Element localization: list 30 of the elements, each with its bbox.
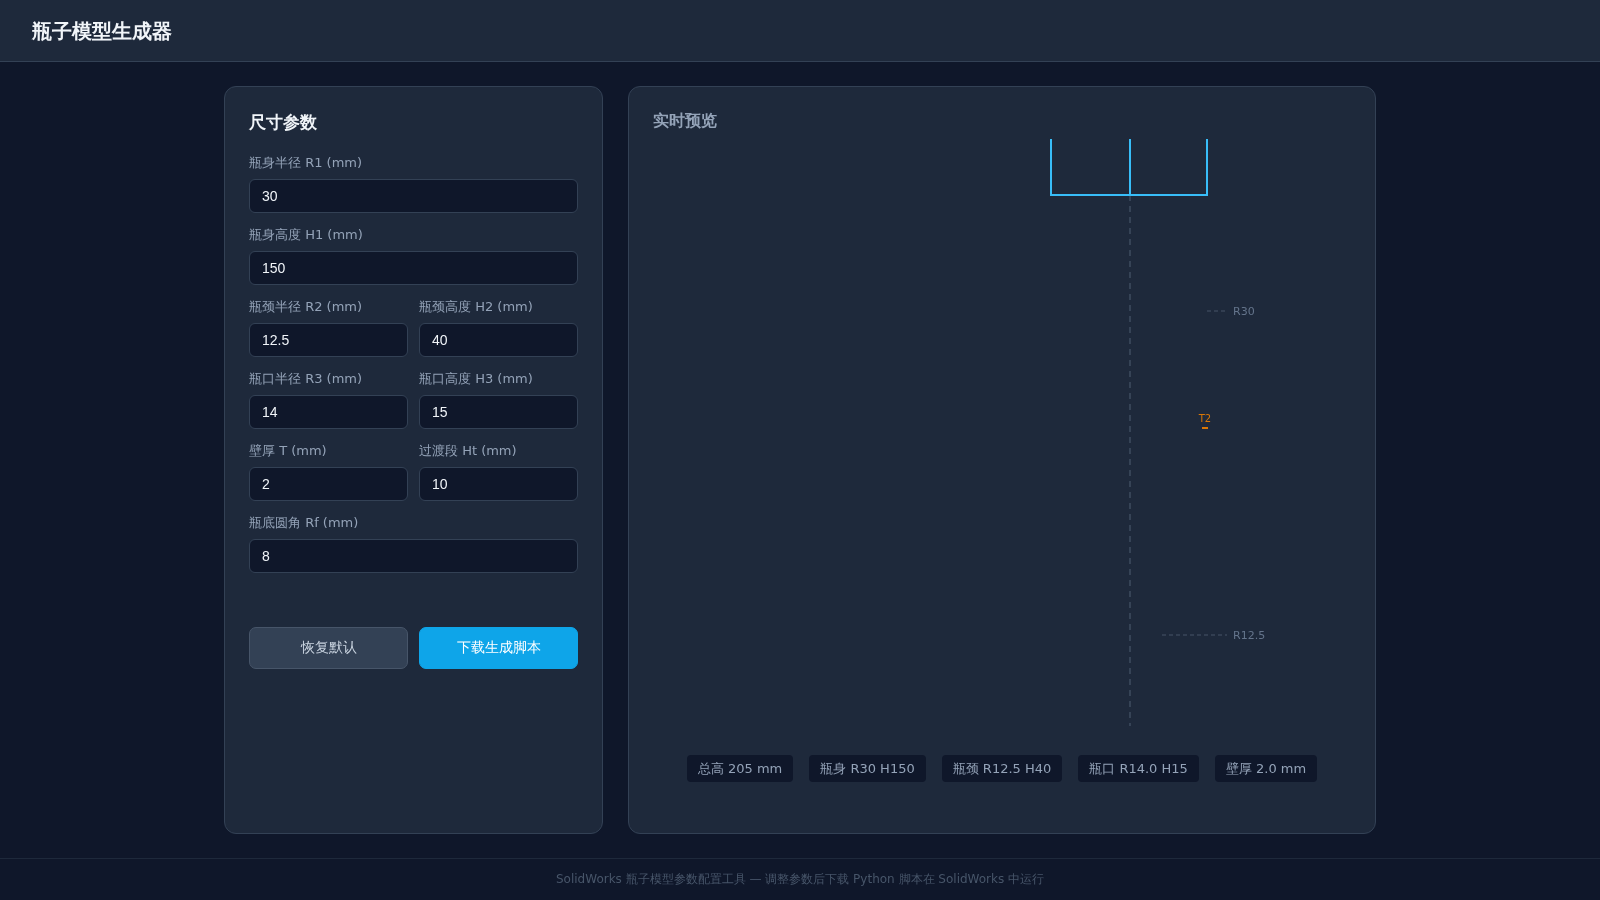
stat-chip: 瓶身 R30 H150 <box>809 755 926 782</box>
field-label: 过渡段 Ht (mm) <box>419 442 517 460</box>
input-field[interactable]: 30 <box>249 179 578 213</box>
reset-button[interactable]: 恢复默认 <box>249 627 408 669</box>
input-field[interactable]: 14 <box>249 395 408 429</box>
stat-chip: 瓶颈 R12.5 H40 <box>941 755 1063 782</box>
panel-title: 实时预览 <box>653 111 717 131</box>
input-field[interactable]: 40 <box>419 323 578 357</box>
dimension-label: R30 <box>1233 305 1255 318</box>
input-field[interactable]: 150 <box>249 251 578 285</box>
field-label: 瓶底圆角 Rf (mm) <box>249 514 359 532</box>
input-field[interactable]: 2 <box>249 467 408 501</box>
stat-chip: 壁厚 2.0 mm <box>1214 755 1318 782</box>
stat-chip: 总高 205 mm <box>686 755 794 782</box>
field-label: 瓶身高度 H1 (mm) <box>249 226 363 244</box>
stat-chip: 瓶口 R14.0 H15 <box>1078 755 1199 782</box>
panel-title: 尺寸参数 <box>249 111 317 133</box>
dimension-label: T2 <box>1198 413 1212 424</box>
dimension-label: R12.5 <box>1233 629 1266 642</box>
app-title: 瓶子模型生成器 <box>32 17 172 45</box>
field-label: 瓶颈半径 R2 (mm) <box>249 298 363 316</box>
field-label: 瓶口高度 H3 (mm) <box>419 370 533 388</box>
input-field[interactable]: 12.5 <box>249 323 408 357</box>
field-label: 瓶身半径 R1 (mm) <box>249 154 363 172</box>
input-field[interactable]: 10 <box>419 467 578 501</box>
field-label: 壁厚 T (mm) <box>249 442 327 460</box>
input-field[interactable]: 8 <box>249 539 578 573</box>
input-field[interactable]: 15 <box>419 395 578 429</box>
field-label: 瓶口半径 R3 (mm) <box>249 370 363 388</box>
field-label: 瓶颈高度 H2 (mm) <box>419 298 533 316</box>
